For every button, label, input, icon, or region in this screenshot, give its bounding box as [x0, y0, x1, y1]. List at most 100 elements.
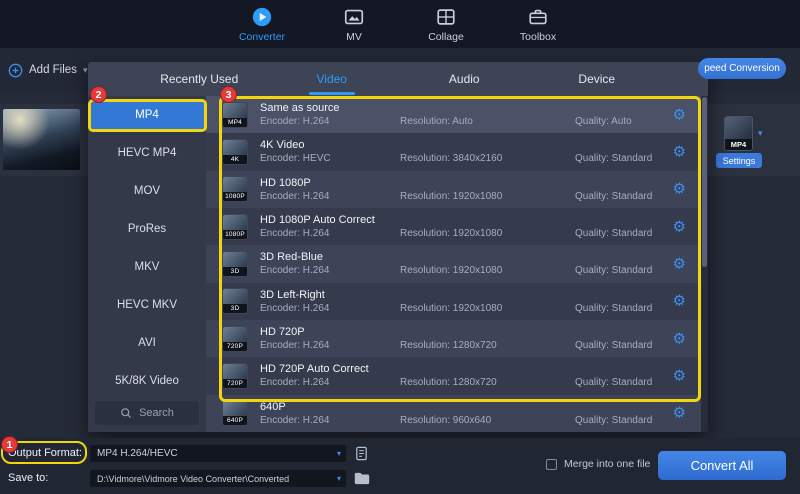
merge-label: Merge into one file — [564, 458, 650, 470]
panel-tab-video[interactable]: Video — [266, 62, 399, 96]
convert-all-button[interactable]: Convert All — [658, 451, 786, 480]
preset-row-4k-video[interactable]: 4K 4K Video Encoder: HEVC Resolution: 38… — [206, 133, 708, 170]
preset-row-hd-720p-auto-correct[interactable]: 720P HD 720P Auto Correct Encoder: H.264… — [206, 357, 708, 394]
preset-settings-gear-icon[interactable]: ⚙ — [673, 182, 686, 197]
preset-settings-gear-icon[interactable]: ⚙ — [673, 107, 686, 122]
merge-checkbox[interactable] — [546, 459, 557, 470]
preset-quality: Quality: Standard — [575, 377, 708, 388]
sidebar-item-mp4[interactable]: MP4 — [90, 99, 204, 131]
preset-name: HD 1080P Auto Correct — [260, 214, 708, 226]
tab-toolbox[interactable]: Toolbox — [502, 6, 574, 43]
panel-tab-strip: Recently Used Video Audio Device — [88, 62, 708, 96]
format-badge-label: MP4 — [725, 139, 752, 150]
preset-row-same-as-source[interactable]: MP4 Same as source Encoder: H.264 Resolu… — [206, 96, 708, 133]
preset-encoder: Encoder: H.264 — [260, 377, 400, 388]
preset-row-hd-720p[interactable]: 720P HD 720P Encoder: H.264 Resolution: … — [206, 320, 708, 357]
add-files-button[interactable]: Add Files ▾ — [8, 60, 87, 80]
tab-collage-label: Collage — [428, 31, 464, 43]
preset-encoder: Encoder: H.264 — [260, 228, 400, 239]
preset-row-3d-left-right[interactable]: 3D 3D Left-Right Encoder: H.264 Resoluti… — [206, 283, 708, 320]
preset-quality: Quality: Standard — [575, 228, 708, 239]
preset-resolution: Resolution: 1920x1080 — [400, 228, 575, 239]
save-to-value: D:\Vidmore\Vidmore Video Converter\Conve… — [97, 474, 289, 484]
sidebar-item-prores[interactable]: ProRes — [88, 210, 206, 248]
save-to-dropdown[interactable]: D:\Vidmore\Vidmore Video Converter\Conve… — [90, 470, 346, 487]
panel-tab-recently-used[interactable]: Recently Used — [133, 62, 266, 96]
preset-settings-gear-icon[interactable]: ⚙ — [673, 368, 686, 383]
preset-settings-gear-icon[interactable]: ⚙ — [673, 294, 686, 309]
format-badge-image — [725, 117, 752, 139]
preset-resolution: Resolution: 1920x1080 — [400, 303, 575, 314]
collage-icon — [435, 6, 457, 28]
search-button[interactable]: Search — [95, 401, 199, 425]
preset-settings-gear-icon[interactable]: ⚙ — [673, 144, 686, 159]
output-format-dropdown[interactable]: MP4 H.264/HEVC ▾ — [90, 445, 346, 462]
sidebar-item-mov[interactable]: MOV — [88, 172, 206, 210]
panel-tab-device[interactable]: Device — [531, 62, 664, 96]
profile-edit-icon[interactable] — [353, 445, 370, 462]
preset-name: HD 720P Auto Correct — [260, 363, 708, 375]
top-navigation: Converter MV Collage Toolbox — [0, 0, 800, 48]
app-window: Converter MV Collage Toolbox — [0, 0, 800, 494]
preset-row-hd-1080p[interactable]: 1080P HD 1080P Encoder: H.264 Resolution… — [206, 171, 708, 208]
preset-quality: Quality: Standard — [575, 303, 708, 314]
converter-play-icon — [251, 6, 273, 28]
preset-name: 4K Video — [260, 139, 708, 151]
preset-name: HD 720P — [260, 326, 708, 338]
preset-settings-gear-icon[interactable]: ⚙ — [673, 256, 686, 271]
video-thumbnail[interactable] — [3, 109, 80, 170]
preset-settings-gear-icon[interactable]: ⚙ — [673, 219, 686, 234]
preset-encoder: Encoder: H.264 — [260, 116, 400, 127]
preset-format-icon: 1080P — [222, 176, 248, 202]
panel-tab-video-label: Video — [317, 72, 347, 86]
bottom-bar: Output Format: MP4 H.264/HEVC ▾ Save to:… — [0, 438, 800, 494]
tab-converter[interactable]: Converter — [226, 6, 298, 43]
tab-converter-label: Converter — [239, 31, 285, 43]
file-output-format-badge[interactable]: MP4 — [724, 116, 753, 151]
preset-row-3d-red-blue[interactable]: 3D 3D Red-Blue Encoder: H.264 Resolution… — [206, 245, 708, 282]
sidebar-item-avi[interactable]: AVI — [88, 324, 206, 362]
preset-name: 3D Left-Right — [260, 289, 708, 301]
sidebar-item-5k8k-video[interactable]: 5K/8K Video — [88, 362, 206, 400]
preset-settings-gear-icon[interactable]: ⚙ — [673, 331, 686, 346]
sidebar-item-mkv[interactable]: MKV — [88, 248, 206, 286]
mv-icon — [343, 6, 365, 28]
search-icon — [120, 407, 132, 419]
preset-quality: Quality: Standard — [575, 265, 708, 276]
panel-tab-audio[interactable]: Audio — [398, 62, 531, 96]
preset-settings-gear-icon[interactable]: ⚙ — [673, 406, 686, 421]
preset-format-icon: 4K — [222, 139, 248, 165]
toolbox-icon — [527, 6, 549, 28]
preset-encoder: Encoder: H.264 — [260, 303, 400, 314]
preset-row-hd-1080p-auto-correct[interactable]: 1080P HD 1080P Auto Correct Encoder: H.2… — [206, 208, 708, 245]
dropdown-caret-icon: ▾ — [337, 449, 341, 458]
preset-format-icon: 640P — [222, 400, 248, 426]
preset-encoder: Encoder: H.264 — [260, 415, 400, 426]
tab-collage[interactable]: Collage — [410, 6, 482, 43]
document-icon — [354, 446, 369, 461]
preset-resolution: Resolution: 1920x1080 — [400, 191, 575, 202]
scrollbar-thumb[interactable] — [702, 97, 707, 267]
preset-encoder: Encoder: H.264 — [260, 265, 400, 276]
tab-mv[interactable]: MV — [318, 6, 390, 43]
preset-name: Same as source — [260, 102, 708, 114]
preset-resolution: Resolution: Auto — [400, 116, 575, 127]
preset-quality: Quality: Standard — [575, 153, 708, 164]
save-to-label: Save to: — [8, 472, 48, 484]
preset-encoder: Encoder: H.264 — [260, 191, 400, 202]
preset-resolution: Resolution: 1920x1080 — [400, 265, 575, 276]
panel-scrollbar[interactable] — [701, 96, 708, 432]
sidebar-item-hevc-mkv[interactable]: HEVC MKV — [88, 286, 206, 324]
merge-option: Merge into one file — [546, 458, 650, 470]
format-badge-caret-icon[interactable]: ▾ — [758, 128, 763, 139]
speed-conversion-button[interactable]: peed Conversion — [698, 58, 786, 79]
plus-circle-icon — [8, 63, 23, 78]
preset-quality: Quality: Standard — [575, 415, 708, 426]
settings-button[interactable]: Settings — [716, 153, 762, 168]
open-folder-icon[interactable] — [353, 470, 370, 487]
preset-format-icon: 3D — [222, 251, 248, 277]
preset-row-640p[interactable]: 640P 640P Encoder: H.264 Resolution: 960… — [206, 395, 708, 432]
preset-quality: Quality: Standard — [575, 340, 708, 351]
sidebar-item-hevc-mp4[interactable]: HEVC MP4 — [88, 134, 206, 172]
annotation-step-badge-1: 1 — [1, 436, 18, 453]
